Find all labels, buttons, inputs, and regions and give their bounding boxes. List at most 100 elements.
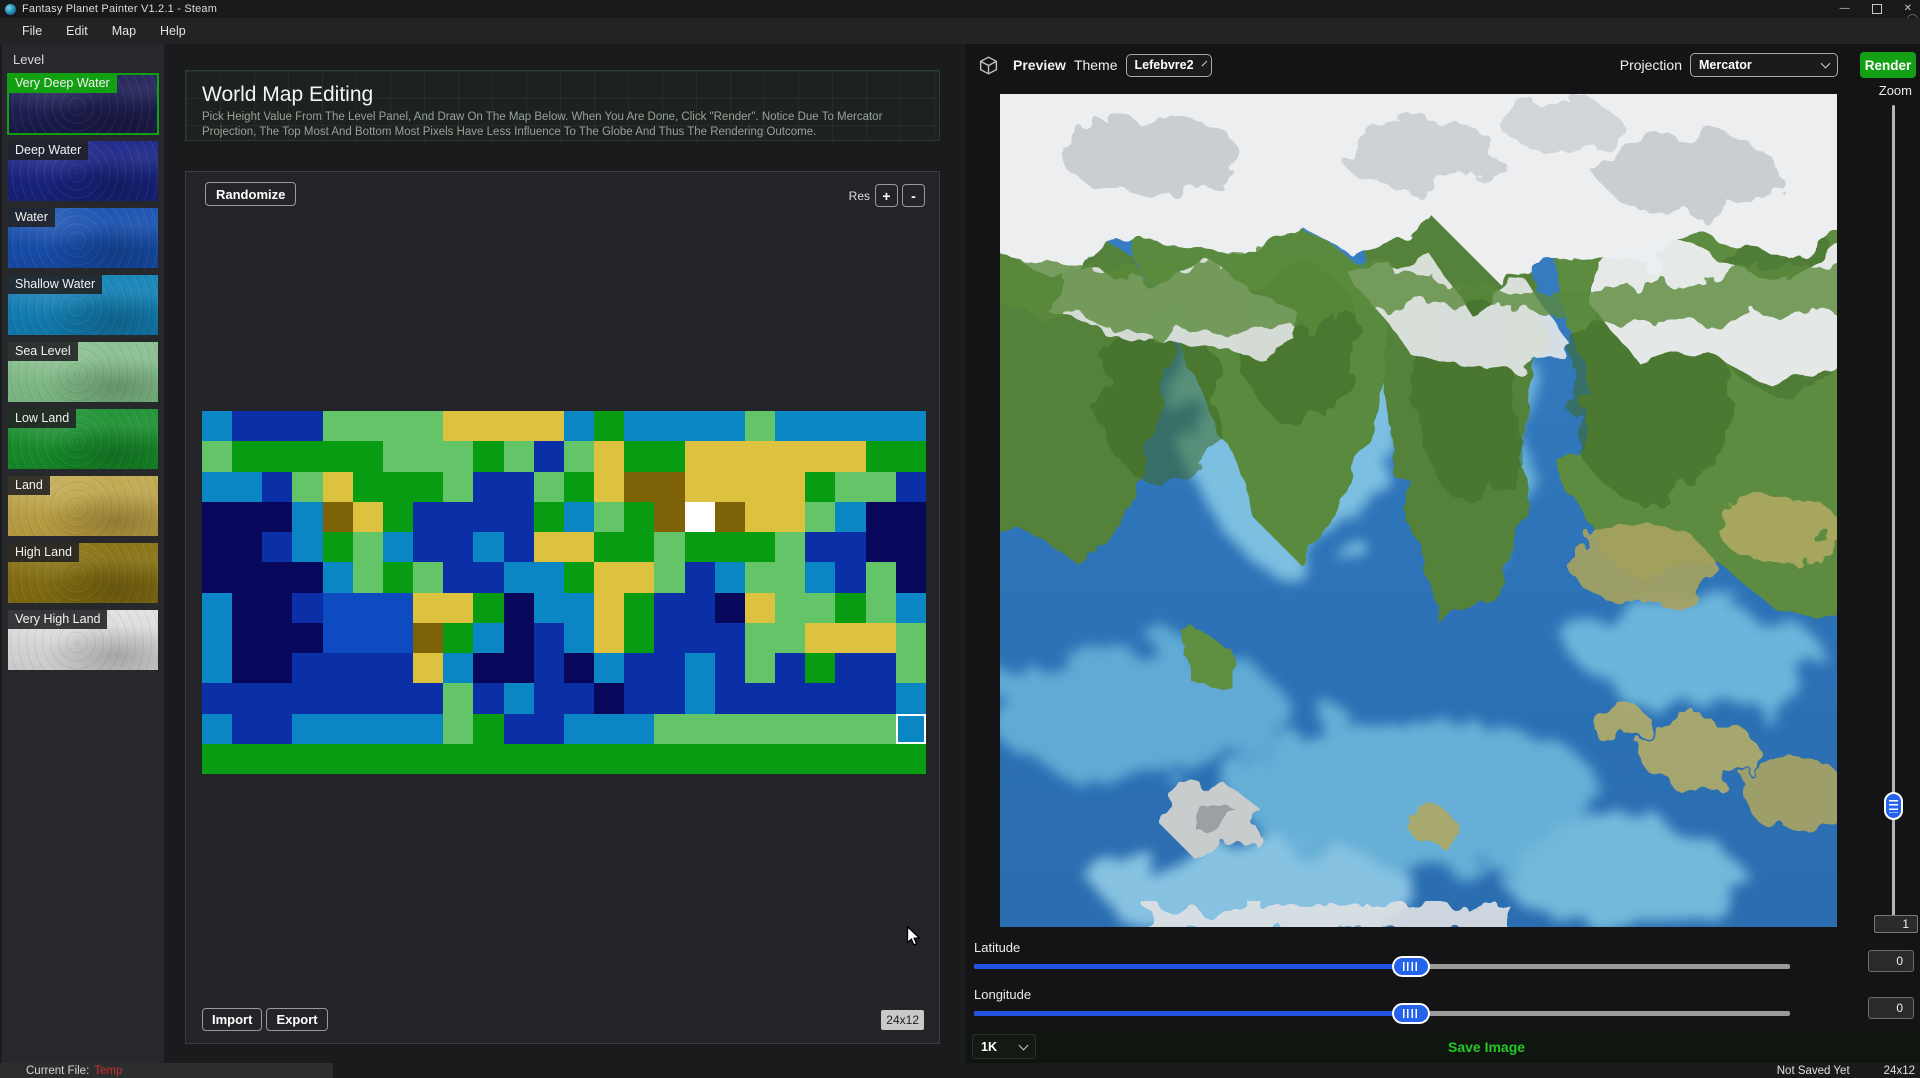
- map-cell[interactable]: [896, 744, 926, 774]
- map-cell[interactable]: [353, 472, 383, 502]
- map-cell[interactable]: [715, 411, 745, 441]
- map-cell[interactable]: [805, 411, 835, 441]
- map-cell[interactable]: [232, 532, 262, 562]
- map-cell[interactable]: [835, 593, 865, 623]
- map-cell[interactable]: [654, 502, 684, 532]
- map-cell[interactable]: [685, 593, 715, 623]
- latitude-value-box[interactable]: 0: [1868, 950, 1914, 972]
- map-cell[interactable]: [413, 714, 443, 744]
- longitude-slider[interactable]: [974, 1003, 1790, 1023]
- map-cell[interactable]: [292, 502, 322, 532]
- map-cell[interactable]: [262, 411, 292, 441]
- map-cell[interactable]: [353, 502, 383, 532]
- map-cell[interactable]: [896, 593, 926, 623]
- map-cell[interactable]: [745, 441, 775, 471]
- map-cell[interactable]: [383, 683, 413, 713]
- menu-edit[interactable]: Edit: [54, 24, 100, 38]
- map-cell[interactable]: [594, 502, 624, 532]
- map-cell[interactable]: [473, 562, 503, 592]
- map-cell[interactable]: [654, 593, 684, 623]
- map-cell[interactable]: [654, 532, 684, 562]
- map-cell[interactable]: [323, 562, 353, 592]
- map-cell[interactable]: [202, 744, 232, 774]
- map-cell[interactable]: [534, 532, 564, 562]
- map-cell[interactable]: [866, 744, 896, 774]
- map-cell[interactable]: [292, 441, 322, 471]
- map-cell[interactable]: [564, 744, 594, 774]
- map-cell[interactable]: [292, 562, 322, 592]
- map-cell[interactable]: [504, 653, 534, 683]
- map-cell[interactable]: [413, 411, 443, 441]
- save-image-button[interactable]: Save Image: [1448, 1030, 1525, 1063]
- theme-dropdown[interactable]: Lefebvre2: [1126, 54, 1212, 77]
- map-cell[interactable]: [443, 744, 473, 774]
- map-cell[interactable]: [413, 472, 443, 502]
- map-cell[interactable]: [685, 441, 715, 471]
- res-increase-button[interactable]: +: [875, 184, 898, 207]
- map-cell[interactable]: [383, 623, 413, 653]
- map-cell[interactable]: [775, 683, 805, 713]
- map-cell[interactable]: [835, 714, 865, 744]
- map-cell[interactable]: [805, 472, 835, 502]
- latitude-slider[interactable]: [974, 956, 1790, 976]
- map-cell[interactable]: [775, 623, 805, 653]
- map-cell[interactable]: [413, 502, 443, 532]
- map-cell[interactable]: [715, 653, 745, 683]
- map-cell[interactable]: [292, 714, 322, 744]
- menu-map[interactable]: Map: [100, 24, 148, 38]
- map-cell[interactable]: [534, 653, 564, 683]
- map-cell[interactable]: [262, 623, 292, 653]
- map-cell[interactable]: [504, 411, 534, 441]
- map-cell[interactable]: [624, 502, 654, 532]
- map-cell[interactable]: [685, 502, 715, 532]
- map-cell[interactable]: [232, 441, 262, 471]
- map-cell[interactable]: [443, 623, 473, 653]
- map-cell[interactable]: [443, 714, 473, 744]
- map-cell[interactable]: [383, 744, 413, 774]
- map-cell[interactable]: [202, 623, 232, 653]
- map-cell[interactable]: [594, 714, 624, 744]
- map-cell[interactable]: [866, 623, 896, 653]
- menu-file[interactable]: File: [10, 24, 54, 38]
- resolution-dropdown[interactable]: 1K: [972, 1034, 1036, 1059]
- map-cell[interactable]: [896, 441, 926, 471]
- menu-help[interactable]: Help: [148, 24, 198, 38]
- projection-dropdown[interactable]: Mercator: [1690, 53, 1838, 77]
- map-cell[interactable]: [775, 472, 805, 502]
- map-cell[interactable]: [896, 472, 926, 502]
- map-cell[interactable]: [353, 744, 383, 774]
- map-cell[interactable]: [745, 411, 775, 441]
- map-cell[interactable]: [624, 653, 654, 683]
- map-cell[interactable]: [745, 593, 775, 623]
- map-cell[interactable]: [866, 714, 896, 744]
- level-item-low-land[interactable]: Low Land: [8, 409, 158, 469]
- map-cell[interactable]: [534, 744, 564, 774]
- map-cell[interactable]: [202, 653, 232, 683]
- map-cell[interactable]: [383, 532, 413, 562]
- map-cell[interactable]: [534, 623, 564, 653]
- map-cell[interactable]: [594, 593, 624, 623]
- map-cell[interactable]: [202, 532, 232, 562]
- map-cell[interactable]: [292, 532, 322, 562]
- map-cell[interactable]: [383, 593, 413, 623]
- map-cell[interactable]: [564, 562, 594, 592]
- map-cell[interactable]: [805, 502, 835, 532]
- map-cell[interactable]: [896, 562, 926, 592]
- map-cell[interactable]: [805, 653, 835, 683]
- map-cell[interactable]: [775, 714, 805, 744]
- map-cell[interactable]: [624, 532, 654, 562]
- map-cell[interactable]: [473, 441, 503, 471]
- map-cell[interactable]: [896, 532, 926, 562]
- map-cell[interactable]: [534, 472, 564, 502]
- map-cell[interactable]: [292, 653, 322, 683]
- map-cell[interactable]: [202, 472, 232, 502]
- map-cell[interactable]: [413, 623, 443, 653]
- map-cell[interactable]: [896, 502, 926, 532]
- map-cell[interactable]: [866, 441, 896, 471]
- map-cell[interactable]: [202, 411, 232, 441]
- level-item-water[interactable]: Water: [8, 208, 158, 268]
- map-cell[interactable]: [594, 532, 624, 562]
- map-cell[interactable]: [202, 562, 232, 592]
- res-decrease-button[interactable]: -: [902, 184, 925, 207]
- map-cell[interactable]: [323, 441, 353, 471]
